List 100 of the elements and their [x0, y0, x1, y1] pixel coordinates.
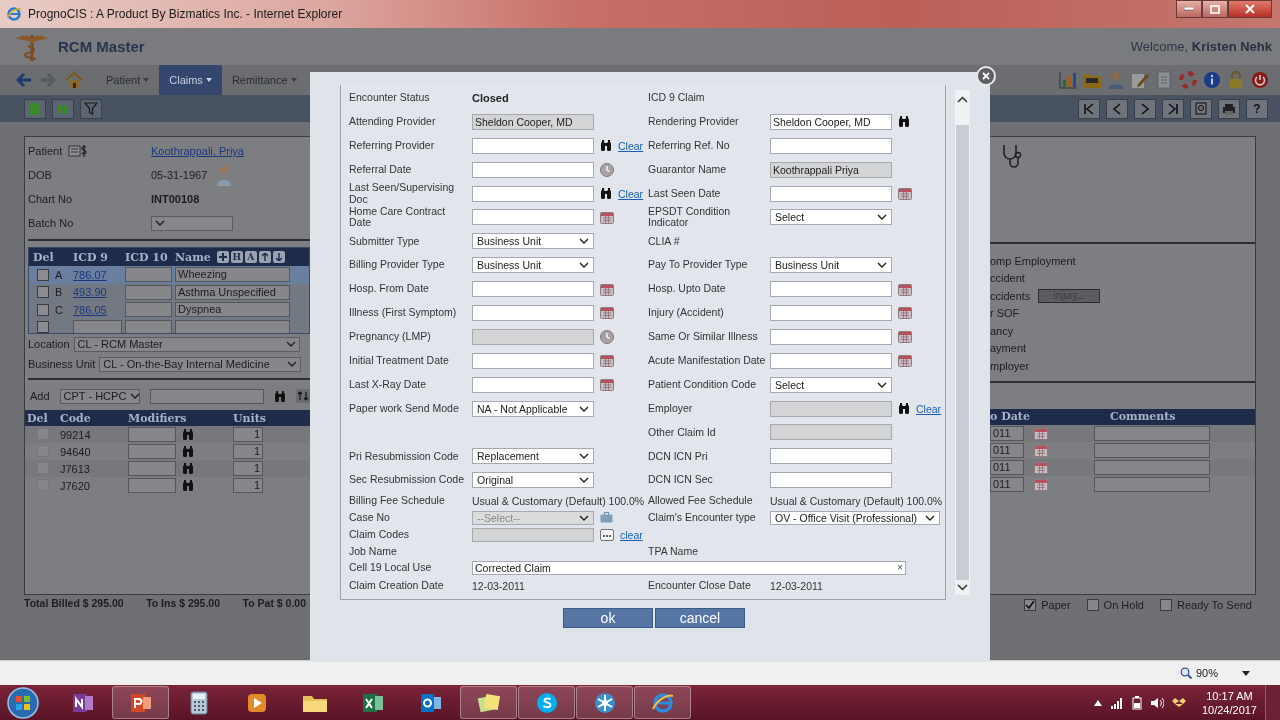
clear-link[interactable]: Clear	[618, 187, 644, 200]
calendar-icon[interactable]	[600, 378, 614, 392]
checkbox[interactable]	[37, 321, 49, 333]
help-button[interactable]: ?	[1246, 98, 1268, 119]
start-button[interactable]	[6, 685, 40, 720]
calendar-icon[interactable]	[600, 282, 614, 296]
calendar-icon[interactable]	[898, 330, 912, 344]
text-field[interactable]	[1094, 425, 1210, 441]
add-button[interactable]	[216, 251, 229, 263]
text-field[interactable]	[770, 281, 892, 298]
text-field[interactable]: 1	[233, 478, 263, 493]
text-field[interactable]	[770, 352, 892, 369]
calculator-icon[interactable]	[188, 690, 209, 715]
taskbar-button[interactable]	[576, 686, 633, 719]
text-field[interactable]	[770, 304, 892, 321]
speaker-icon[interactable]	[1149, 696, 1164, 709]
next-page-button[interactable]	[1134, 98, 1156, 119]
diagnosis-row[interactable]: C 786.05 Dyspnea	[29, 301, 309, 319]
text-field[interactable]	[128, 427, 176, 442]
last-page-button[interactable]	[1162, 98, 1184, 119]
text-field[interactable]	[128, 444, 176, 459]
date-field[interactable]: 011	[990, 442, 1024, 458]
dropbox-icon[interactable]	[1171, 696, 1186, 709]
checkbox[interactable]	[37, 286, 49, 299]
dropdown[interactable]	[151, 215, 233, 231]
signal-icon[interactable]	[1109, 696, 1124, 709]
zoom-icon[interactable]	[1179, 667, 1192, 679]
show-desktop-button[interactable]	[1265, 685, 1280, 720]
code-link[interactable]: 493.90	[73, 286, 107, 299]
dropdown[interactable]: Business Unit	[472, 257, 594, 274]
text-field[interactable]: 1	[233, 461, 263, 476]
text-field[interactable]	[770, 137, 892, 154]
clock[interactable]: 10:17 AM 10/24/2017	[1201, 688, 1257, 717]
dialog-button[interactable]: cancel	[655, 608, 745, 628]
code-link[interactable]: 786.05	[73, 303, 107, 316]
filter-button[interactable]	[80, 98, 102, 119]
swap-icon[interactable]	[296, 389, 310, 403]
text-field[interactable]	[770, 328, 892, 345]
calendar-icon[interactable]	[898, 354, 912, 368]
caret-icon[interactable]	[1242, 670, 1250, 676]
chat-icon[interactable]	[534, 690, 559, 715]
taskbar-button[interactable]	[112, 686, 169, 719]
text-field[interactable]	[149, 388, 264, 404]
calendar-icon[interactable]	[600, 306, 614, 320]
print-button[interactable]	[1218, 98, 1240, 119]
calendar-icon[interactable]	[898, 187, 912, 200]
checkbox[interactable]	[1024, 599, 1037, 611]
calendar-icon[interactable]	[600, 354, 614, 368]
dropdown[interactable]: Business Unit	[770, 257, 892, 274]
taskbar-button[interactable]	[460, 686, 517, 719]
dropdown[interactable]: Select	[770, 209, 892, 226]
text-field[interactable]	[1094, 442, 1210, 458]
text-field[interactable]	[125, 302, 172, 318]
date-field[interactable]: 011	[990, 425, 1024, 441]
up-arrow-icon[interactable]	[1093, 699, 1102, 706]
back-icon[interactable]	[16, 73, 32, 87]
text-field[interactable]	[770, 448, 892, 465]
text-field[interactable]: Asthma Unspecified	[175, 284, 290, 300]
edit-icon[interactable]	[1130, 71, 1150, 89]
diagnosis-row[interactable]: A 786.07 Wheezing	[29, 266, 309, 284]
text-field[interactable]: Wheezing	[175, 267, 290, 283]
scroll-up-icon[interactable]	[957, 96, 968, 103]
calendar-icon[interactable]	[600, 210, 614, 224]
maximize-button[interactable]	[1202, 0, 1228, 18]
battery-icon[interactable]	[1131, 695, 1142, 710]
info-icon[interactable]	[1202, 71, 1222, 89]
snowflake-icon[interactable]	[592, 690, 617, 715]
binoculars-icon[interactable]	[600, 140, 612, 152]
header-button[interactable]: H	[230, 251, 243, 263]
checkbox[interactable]	[1086, 599, 1099, 611]
text-field[interactable]	[472, 352, 594, 369]
checkbox[interactable]	[37, 427, 49, 440]
calendar-icon[interactable]	[898, 306, 912, 320]
document-icon[interactable]	[1154, 71, 1174, 89]
date-field[interactable]: 011	[990, 476, 1024, 492]
power-icon[interactable]	[1250, 71, 1270, 89]
prev-page-button[interactable]	[1106, 98, 1128, 119]
move-down-button[interactable]	[272, 251, 285, 263]
binoculars-icon[interactable]	[600, 188, 612, 199]
text-field[interactable]: 1	[233, 444, 263, 459]
text-field[interactable]	[472, 376, 594, 393]
money-icon[interactable]	[68, 144, 89, 158]
text-field[interactable]: Sheldon Cooper, MD	[770, 113, 892, 130]
menu-tab[interactable]: Remittance	[221, 65, 307, 95]
text-field[interactable]	[175, 319, 290, 333]
text-field[interactable]: Dyspnea	[175, 302, 290, 318]
calendar-icon[interactable]	[1034, 477, 1048, 491]
binoculars-icon[interactable]	[898, 116, 910, 128]
home-icon[interactable]	[64, 71, 84, 89]
calendar-icon[interactable]	[1034, 443, 1048, 457]
taskbar-button[interactable]	[518, 686, 575, 719]
calendar-icon[interactable]	[898, 282, 912, 296]
minimize-button[interactable]	[1176, 0, 1202, 18]
text-field[interactable]	[472, 304, 594, 321]
checkbox[interactable]	[37, 268, 49, 281]
close-button[interactable]	[1228, 0, 1272, 18]
menu-tab[interactable]: Claims	[159, 65, 222, 95]
dropdown[interactable]: Original	[472, 472, 594, 489]
dropdown[interactable]: CL - RCM Master	[73, 336, 300, 352]
text-field[interactable]	[472, 185, 594, 202]
